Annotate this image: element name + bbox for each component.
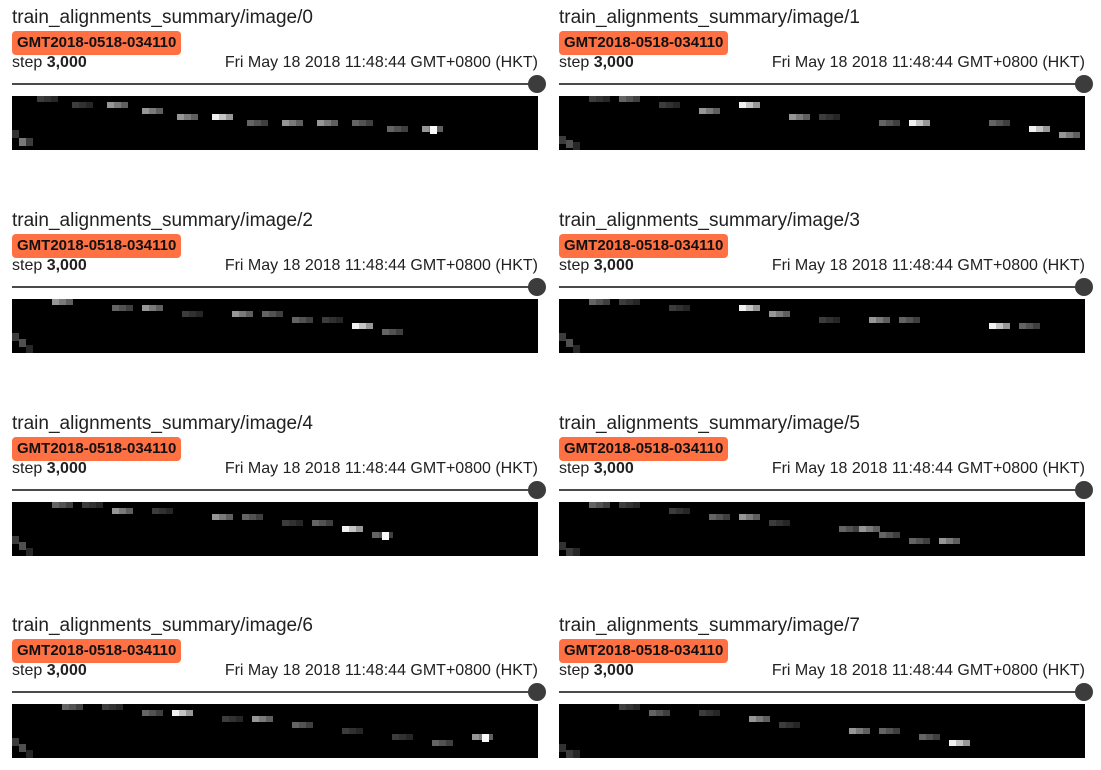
timestamp: Fri May 18 2018 11:48:44 GMT+0800 (HKT) bbox=[224, 257, 538, 274]
alignment-heatmap bbox=[12, 299, 538, 353]
timestamp: Fri May 18 2018 11:48:44 GMT+0800 (HKT) bbox=[771, 460, 1085, 477]
image-card: train_alignments_summary/image/6 GMT2018… bbox=[12, 608, 546, 768]
step-label: step bbox=[12, 257, 43, 274]
card-title: train_alignments_summary/image/0 bbox=[12, 7, 313, 28]
step-slider[interactable] bbox=[12, 682, 546, 702]
step-info: step 3,000 Fri May 18 2018 11:48:44 GMT+… bbox=[12, 458, 538, 480]
step-value: 3,000 bbox=[46, 460, 87, 477]
alignment-image[interactable] bbox=[12, 502, 538, 556]
card-title: train_alignments_summary/image/3 bbox=[559, 210, 860, 231]
image-card: train_alignments_summary/image/1 GMT2018… bbox=[559, 0, 1093, 160]
alignment-heatmap bbox=[12, 96, 538, 150]
step-info: step 3,000 Fri May 18 2018 11:48:44 GMT+… bbox=[559, 255, 1085, 277]
step-value: 3,000 bbox=[593, 662, 634, 679]
step-value: 3,000 bbox=[46, 662, 87, 679]
step-label: step bbox=[559, 54, 590, 71]
alignment-image[interactable] bbox=[12, 704, 538, 758]
step-value: 3,000 bbox=[46, 54, 87, 71]
alignment-image[interactable] bbox=[559, 502, 1085, 556]
image-card: train_alignments_summary/image/0 GMT2018… bbox=[12, 0, 546, 160]
slider-thumb[interactable] bbox=[528, 278, 546, 296]
step-value: 3,000 bbox=[593, 54, 634, 71]
step-label: step bbox=[559, 257, 590, 274]
step-slider[interactable] bbox=[12, 74, 546, 94]
slider-thumb[interactable] bbox=[1075, 683, 1093, 701]
alignment-heatmap bbox=[559, 502, 1085, 556]
card-title: train_alignments_summary/image/5 bbox=[559, 413, 860, 434]
slider-track bbox=[559, 489, 1076, 491]
step-slider[interactable] bbox=[12, 480, 546, 500]
step-info: step 3,000 Fri May 18 2018 11:48:44 GMT+… bbox=[559, 660, 1085, 682]
card-title: train_alignments_summary/image/1 bbox=[559, 7, 860, 28]
slider-thumb[interactable] bbox=[528, 75, 546, 93]
step-label: step bbox=[12, 662, 43, 679]
slider-thumb[interactable] bbox=[528, 683, 546, 701]
step-slider[interactable] bbox=[559, 682, 1093, 702]
alignment-image[interactable] bbox=[559, 96, 1085, 150]
image-card: train_alignments_summary/image/7 GMT2018… bbox=[559, 608, 1093, 768]
step-slider[interactable] bbox=[559, 480, 1093, 500]
timestamp: Fri May 18 2018 11:48:44 GMT+0800 (HKT) bbox=[224, 54, 538, 71]
step-info: step 3,000 Fri May 18 2018 11:48:44 GMT+… bbox=[12, 660, 538, 682]
step-info: step 3,000 Fri May 18 2018 11:48:44 GMT+… bbox=[559, 458, 1085, 480]
image-card: train_alignments_summary/image/4 GMT2018… bbox=[12, 406, 546, 566]
image-card: train_alignments_summary/image/5 GMT2018… bbox=[559, 406, 1093, 566]
slider-track bbox=[559, 286, 1076, 288]
step-value: 3,000 bbox=[46, 257, 87, 274]
slider-track bbox=[12, 286, 529, 288]
alignment-image[interactable] bbox=[559, 704, 1085, 758]
slider-thumb[interactable] bbox=[1075, 75, 1093, 93]
timestamp: Fri May 18 2018 11:48:44 GMT+0800 (HKT) bbox=[771, 257, 1085, 274]
step-slider[interactable] bbox=[559, 277, 1093, 297]
step-info: step 3,000 Fri May 18 2018 11:48:44 GMT+… bbox=[12, 52, 538, 74]
alignment-heatmap bbox=[12, 502, 538, 556]
step-value: 3,000 bbox=[593, 257, 634, 274]
step-value: 3,000 bbox=[593, 460, 634, 477]
step-info: step 3,000 Fri May 18 2018 11:48:44 GMT+… bbox=[559, 52, 1085, 74]
image-card: train_alignments_summary/image/3 GMT2018… bbox=[559, 203, 1093, 363]
slider-thumb[interactable] bbox=[528, 481, 546, 499]
slider-track bbox=[559, 83, 1076, 85]
card-title: train_alignments_summary/image/7 bbox=[559, 615, 860, 636]
timestamp: Fri May 18 2018 11:48:44 GMT+0800 (HKT) bbox=[771, 54, 1085, 71]
alignment-image[interactable] bbox=[12, 299, 538, 353]
slider-track bbox=[12, 83, 529, 85]
card-title: train_alignments_summary/image/2 bbox=[12, 210, 313, 231]
step-label: step bbox=[12, 460, 43, 477]
slider-thumb[interactable] bbox=[1075, 278, 1093, 296]
step-label: step bbox=[559, 460, 590, 477]
card-title: train_alignments_summary/image/4 bbox=[12, 413, 313, 434]
alignment-image[interactable] bbox=[12, 96, 538, 150]
timestamp: Fri May 18 2018 11:48:44 GMT+0800 (HKT) bbox=[224, 662, 538, 679]
step-slider[interactable] bbox=[12, 277, 546, 297]
slider-track bbox=[12, 691, 529, 693]
timestamp: Fri May 18 2018 11:48:44 GMT+0800 (HKT) bbox=[771, 662, 1085, 679]
step-info: step 3,000 Fri May 18 2018 11:48:44 GMT+… bbox=[12, 255, 538, 277]
step-slider[interactable] bbox=[559, 74, 1093, 94]
alignment-heatmap bbox=[559, 299, 1085, 353]
card-title: train_alignments_summary/image/6 bbox=[12, 615, 313, 636]
slider-thumb[interactable] bbox=[1075, 481, 1093, 499]
step-label: step bbox=[12, 54, 43, 71]
alignment-heatmap bbox=[12, 704, 538, 758]
slider-track bbox=[559, 691, 1076, 693]
step-label: step bbox=[559, 662, 590, 679]
alignment-heatmap bbox=[559, 704, 1085, 758]
timestamp: Fri May 18 2018 11:48:44 GMT+0800 (HKT) bbox=[224, 460, 538, 477]
alignment-image[interactable] bbox=[559, 299, 1085, 353]
slider-track bbox=[12, 489, 529, 491]
alignment-heatmap bbox=[559, 96, 1085, 150]
image-card: train_alignments_summary/image/2 GMT2018… bbox=[12, 203, 546, 363]
